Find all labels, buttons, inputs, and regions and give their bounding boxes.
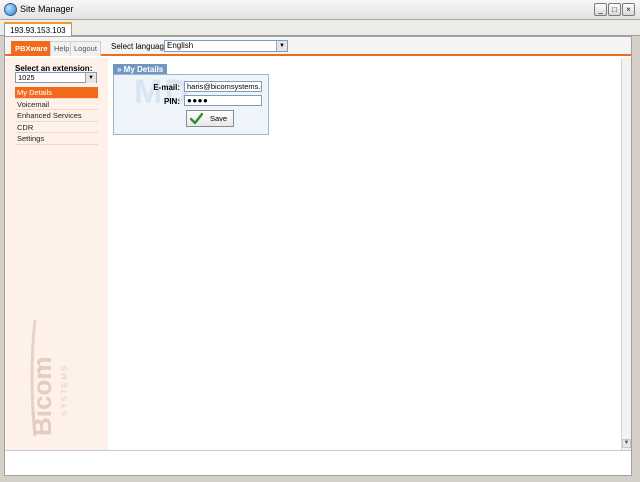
language-label: Select language: — [111, 42, 171, 51]
tab-host[interactable]: 193.93.153.103 — [4, 22, 72, 37]
save-label: Save — [210, 114, 228, 123]
panel-watermark: MD — [134, 74, 191, 111]
app-icon — [4, 3, 17, 16]
logo-subtext: SYSTEMS — [60, 364, 69, 416]
language-select[interactable]: English ▼ — [164, 40, 288, 52]
dropdown-arrow-icon[interactable]: ▼ — [85, 73, 96, 83]
content-frame: PBXware Help Logout Select language: Eng… — [4, 36, 632, 476]
pin-field[interactable]: ●●●● — [184, 95, 262, 106]
logo-text: Bicom — [27, 357, 57, 436]
sidebar-menu: My Details Voicemail Enhanced Services C… — [15, 87, 98, 145]
sidebar-item-voicemail[interactable]: Voicemail — [15, 99, 98, 110]
extension-select[interactable]: 1025 ▼ — [15, 72, 97, 83]
sidebar: Select an extension: 1025 ▼ My Details V… — [5, 58, 108, 450]
maximize-button[interactable]: □ — [608, 3, 621, 16]
tab-strip: 193.93.153.103 — [0, 20, 640, 37]
scroll-down-icon[interactable]: ▼ — [622, 439, 631, 448]
check-icon — [190, 113, 203, 125]
email-label: E-mail: — [153, 83, 180, 92]
language-value: English — [167, 41, 194, 50]
my-details-panel: MD E-mail: haris@bicomsystems.com PIN: ●… — [113, 74, 269, 135]
extension-value: 1025 — [18, 73, 35, 82]
sidebar-item-enhanced-services[interactable]: Enhanced Services — [15, 110, 98, 122]
top-navigation: PBXware Help Logout Select language: Eng… — [5, 37, 631, 56]
bicom-logo: Bicom SYSTEMS — [27, 319, 69, 437]
tab-logout[interactable]: Logout — [70, 41, 101, 56]
window-title: Site Manager — [20, 4, 74, 14]
dropdown-arrow-icon[interactable]: ▼ — [276, 41, 287, 51]
save-button[interactable]: Save — [186, 110, 234, 127]
vertical-scrollbar[interactable]: ▼ — [621, 58, 631, 450]
tab-pbxware[interactable]: PBXware — [11, 41, 52, 56]
status-bar — [5, 450, 631, 475]
sidebar-item-settings[interactable]: Settings — [15, 133, 98, 145]
email-field[interactable]: haris@bicomsystems.com — [184, 81, 262, 92]
sidebar-item-my-details[interactable]: My Details — [15, 87, 98, 99]
pin-label: PIN: — [164, 97, 180, 106]
sidebar-item-cdr[interactable]: CDR — [15, 122, 98, 133]
minimize-button[interactable]: _ — [594, 3, 607, 16]
title-bar: Site Manager _ □ × — [0, 0, 640, 20]
close-button[interactable]: × — [622, 3, 635, 16]
